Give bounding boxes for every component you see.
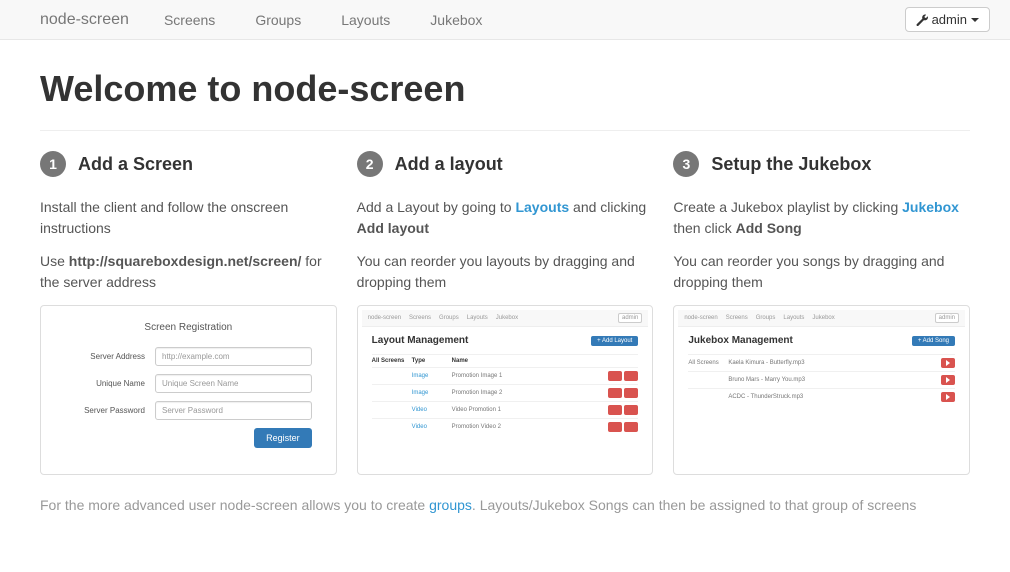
nav-link-layouts[interactable]: Layouts [321,2,410,38]
reg-title: Screen Registration [65,322,312,333]
wrench-icon [916,14,928,26]
nav-link-jukebox[interactable]: Jukebox [410,2,502,38]
step-num-1: 1 [40,151,66,177]
screenshot-jukebox: node-screen Screens Groups Layouts Jukeb… [673,305,970,475]
reg-input-name: Unique Screen Name [155,374,312,393]
screenshot-layout: node-screen Screens Groups Layouts Jukeb… [357,305,654,475]
step-1-text-2: Use http://squareboxdesign.net/screen/ f… [40,251,337,293]
reg-button: Register [254,428,312,448]
step-num-2: 2 [357,151,383,177]
admin-dropdown[interactable]: admin [905,7,990,32]
nav-link-screens[interactable]: Screens [144,2,235,38]
mini-add-layout: + Add Layout [591,336,638,346]
step-1: 1 Add a Screen Install the client and fo… [40,151,337,475]
reg-label-server: Server Address [65,352,145,361]
link-groups[interactable]: groups [429,497,472,513]
admin-label: admin [932,12,967,27]
step-3-text-2: You can reorder you songs by dragging an… [673,251,970,293]
footer-text: For the more advanced user node-screen a… [40,475,970,536]
page-title: Welcome to node-screen [40,68,970,110]
step-num-3: 3 [673,151,699,177]
navbar: node-screen Screens Groups Layouts Jukeb… [0,0,1010,40]
mini-jukebox-title: Jukebox Management [688,335,792,346]
nav-link-groups[interactable]: Groups [235,2,321,38]
brand-link[interactable]: node-screen [20,11,144,29]
nav-left: node-screen Screens Groups Layouts Jukeb… [20,2,502,38]
step-3: 3 Setup the Jukebox Create a Jukebox pla… [673,151,970,475]
step-2: 2 Add a layout Add a Layout by going to … [357,151,654,475]
step-title-1: Add a Screen [78,154,193,175]
mini-add-song: + Add Song [912,336,955,346]
page-header: Welcome to node-screen [40,40,970,130]
mini-layout-title: Layout Management [372,335,469,346]
link-layouts[interactable]: Layouts [515,199,569,215]
steps-row: 1 Add a Screen Install the client and fo… [40,130,970,475]
step-title-2: Add a layout [395,154,503,175]
step-title-3: Setup the Jukebox [711,154,871,175]
step-1-text-1: Install the client and follow the onscre… [40,197,337,239]
screenshot-registration: Screen Registration Server Address http:… [40,305,337,475]
step-2-text-1: Add a Layout by going to Layouts and cli… [357,197,654,239]
caret-down-icon [971,18,979,22]
reg-label-name: Unique Name [65,379,145,388]
link-jukebox[interactable]: Jukebox [902,199,959,215]
step-2-text-2: You can reorder you layouts by dragging … [357,251,654,293]
reg-label-password: Server Password [65,406,145,415]
step-3-text-1: Create a Jukebox playlist by clicking Ju… [673,197,970,239]
reg-input-server: http://example.com [155,347,312,366]
reg-input-password: Server Password [155,401,312,420]
